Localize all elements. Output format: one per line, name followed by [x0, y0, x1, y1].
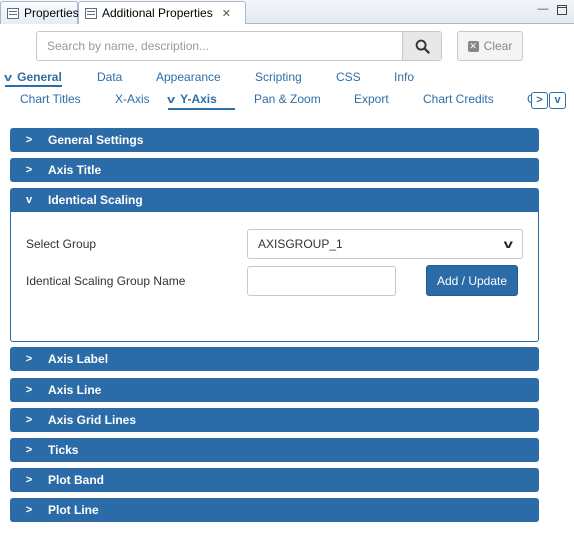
- chevron-down-icon[interactable]: v: [549, 92, 566, 109]
- section-title: General Settings: [48, 133, 144, 147]
- add-update-button[interactable]: Add / Update: [426, 265, 518, 296]
- maximize-button[interactable]: [557, 5, 567, 15]
- group-name-label: Identical Scaling Group Name: [26, 274, 186, 288]
- chevron-right-icon: >: [25, 134, 33, 146]
- section-axis-line[interactable]: > Axis Line: [10, 378, 539, 402]
- view-tab-label: Properties: [24, 6, 79, 20]
- section-identical-scaling[interactable]: v Identical Scaling: [10, 188, 539, 212]
- chevron-down-icon: v: [167, 94, 176, 106]
- clear-button[interactable]: ✕ Clear: [457, 31, 523, 61]
- section-title: Identical Scaling: [48, 193, 143, 207]
- select-group-value: AXISGROUP_1: [258, 237, 343, 251]
- tab-info[interactable]: Info: [394, 70, 414, 84]
- section-plot-line[interactable]: > Plot Line: [10, 498, 539, 522]
- view-tab-properties[interactable]: Properties: [0, 1, 79, 24]
- chevron-right-icon: >: [25, 414, 33, 426]
- section-axis-label[interactable]: > Axis Label: [10, 347, 539, 371]
- tab-label: General: [17, 70, 62, 84]
- tab-data[interactable]: Data: [97, 70, 122, 84]
- chevron-down-icon: v: [503, 237, 514, 251]
- tab-general[interactable]: v General: [4, 70, 62, 87]
- tab-css[interactable]: CSS: [336, 70, 361, 84]
- chevron-right-icon: >: [25, 504, 33, 516]
- properties-view-icon: [7, 7, 19, 19]
- tab-pan-zoom[interactable]: Pan & Zoom: [254, 92, 321, 106]
- identical-scaling-panel: Select Group AXISGROUP_1 v Identical Sca…: [10, 212, 539, 342]
- tab-label: Y-Axis: [180, 92, 217, 106]
- main-tab-bar: v General Data Appearance Scripting CSS I…: [0, 70, 574, 88]
- search-button[interactable]: [402, 32, 441, 60]
- section-title: Plot Line: [48, 503, 99, 517]
- chevron-right-icon: >: [25, 164, 33, 176]
- chevron-right-icon[interactable]: >: [531, 92, 548, 109]
- select-group-dropdown[interactable]: AXISGROUP_1 v: [247, 229, 523, 259]
- tab-scripting[interactable]: Scripting: [255, 70, 302, 84]
- section-axis-title[interactable]: > Axis Title: [10, 158, 539, 182]
- tab-y-axis[interactable]: v Y-Axis: [167, 92, 235, 110]
- tab-export[interactable]: Export: [354, 92, 389, 106]
- section-title: Axis Grid Lines: [48, 413, 137, 427]
- section-plot-band[interactable]: > Plot Band: [10, 468, 539, 492]
- section-title: Axis Label: [48, 352, 109, 366]
- chevron-right-icon: >: [25, 384, 33, 396]
- section-title: Ticks: [48, 443, 79, 457]
- chevron-down-icon: v: [4, 72, 13, 84]
- clear-button-label: Clear: [483, 39, 513, 53]
- section-title: Axis Title: [48, 163, 102, 177]
- close-icon[interactable]: ✕: [222, 7, 231, 20]
- section-general-settings[interactable]: > General Settings: [10, 128, 539, 152]
- chevron-down-icon: v: [25, 194, 33, 206]
- sub-tab-bar: Chart Titles X-Axis v Y-Axis Pan & Zoom E…: [0, 92, 574, 112]
- section-title: Axis Line: [48, 383, 102, 397]
- chevron-right-icon: >: [25, 353, 33, 365]
- search-input[interactable]: [37, 32, 403, 60]
- section-axis-grid-lines[interactable]: > Axis Grid Lines: [10, 408, 539, 432]
- properties-view-icon: [85, 7, 97, 19]
- view-tab-bar: Properties Additional Properties ✕ —: [0, 0, 574, 24]
- tab-chart-credits[interactable]: Chart Credits: [423, 92, 494, 106]
- tab-x-axis[interactable]: X-Axis: [115, 92, 150, 106]
- chevron-right-icon: >: [25, 444, 33, 456]
- chevron-right-icon: >: [25, 474, 33, 486]
- search-box: [36, 31, 442, 61]
- clear-icon: ✕: [467, 40, 479, 52]
- section-title: Plot Band: [48, 473, 104, 487]
- view-tab-label: Additional Properties: [102, 6, 213, 20]
- search-icon: [415, 39, 430, 54]
- view-tab-additional-properties[interactable]: Additional Properties ✕: [78, 1, 246, 24]
- section-ticks[interactable]: > Ticks: [10, 438, 539, 462]
- tab-appearance[interactable]: Appearance: [156, 70, 221, 84]
- select-group-label: Select Group: [26, 237, 97, 251]
- minimize-button[interactable]: —: [537, 4, 549, 16]
- group-name-input[interactable]: [247, 266, 396, 296]
- tab-chart-titles[interactable]: Chart Titles: [20, 92, 81, 106]
